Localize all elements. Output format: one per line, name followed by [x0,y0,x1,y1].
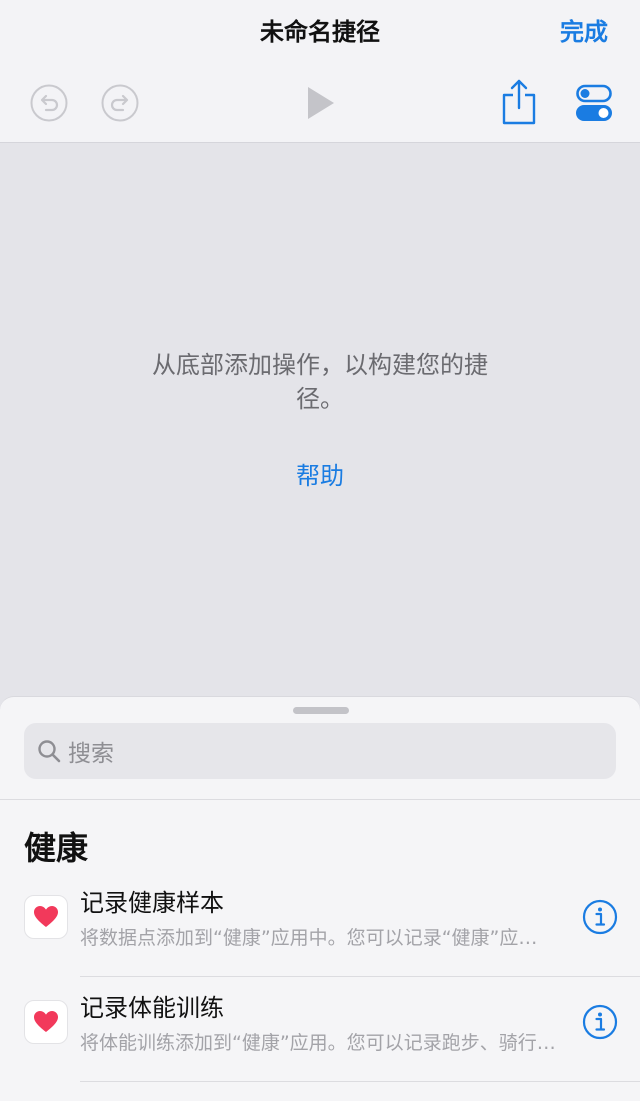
action-search-field[interactable]: 搜索 [24,723,616,779]
section-title-health: 健康 [24,829,89,867]
redo-button[interactable] [101,84,139,122]
action-info-button[interactable] [582,1004,618,1040]
action-description: 将体能训练添加到“健康”应用。您可以记录跑步、骑行等体能训练 [80,1032,556,1054]
top-navigation-bar: 未命名捷径 完成 [0,0,640,143]
action-title: 记录体能训练 [80,994,224,1022]
redo-icon [101,84,139,122]
health-app-icon [24,1000,68,1044]
undo-icon [30,84,68,122]
shortcut-title[interactable]: 未命名捷径 [0,12,640,47]
sheet-grabber-handle[interactable] [293,707,349,714]
done-button[interactable]: 完成 [560,12,608,47]
search-icon [36,738,62,764]
undo-button[interactable] [30,84,68,122]
health-app-icon [24,895,68,939]
search-placeholder: 搜索 [68,741,114,767]
shortcut-settings-button[interactable] [576,84,612,122]
action-info-button[interactable] [582,899,618,935]
share-icon [502,79,536,125]
empty-state-message: 从底部添加操作，以构建您的捷径。 [152,351,488,413]
action-description: 将数据点添加到“健康”应用中。您可以记录“健康”应用中的数据 [80,927,556,949]
row-divider [80,976,640,977]
row-divider [80,1081,640,1082]
action-title: 记录健康样本 [80,889,224,917]
info-icon [582,899,618,935]
share-button[interactable] [500,78,538,126]
shortcut-editor: 未命名捷径 完成 从底部添加操作，以构建您的捷径。 帮助 搜索 健康 记录健康样… [0,0,640,1101]
run-button[interactable] [300,82,340,124]
action-library-sheet: 搜索 健康 记录健康样本 将数据点添加到“健康”应用中。您可以记录“健康”应用中… [0,696,640,1101]
health-heart-icon [34,906,58,927]
divider [0,799,640,800]
play-icon [308,87,334,119]
toggles-icon [576,84,612,121]
health-heart-icon [34,1011,58,1032]
info-icon [582,1004,618,1040]
action-row-log-workout[interactable]: 记录体能训练 将体能训练添加到“健康”应用。您可以记录跑步、骑行等体能训练 [0,978,640,1082]
action-row-log-health-sample[interactable]: 记录健康样本 将数据点添加到“健康”应用中。您可以记录“健康”应用中的数据 [0,873,640,977]
help-link[interactable]: 帮助 [0,456,640,491]
